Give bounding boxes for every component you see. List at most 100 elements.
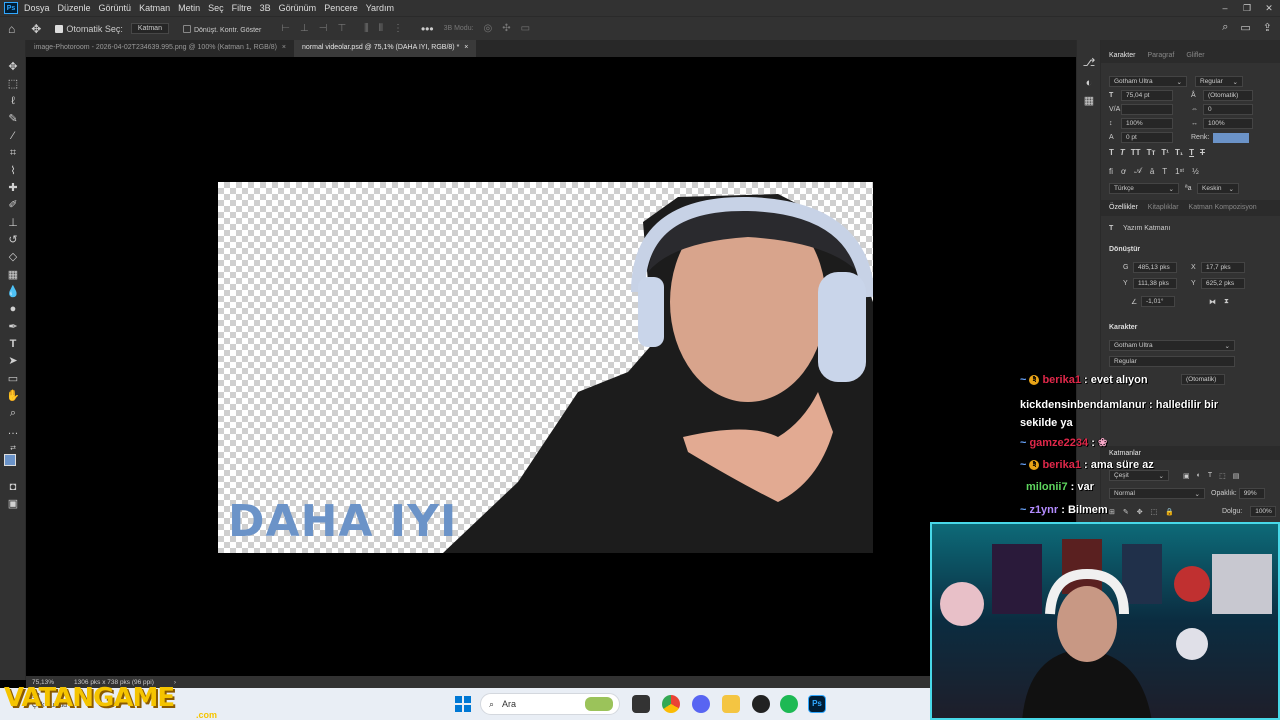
tab-karakter[interactable]: Karakter (1109, 52, 1135, 59)
menu-dosya[interactable]: Dosya (24, 3, 50, 13)
transform-section-title[interactable]: Dönüştür (1109, 246, 1140, 253)
x-field[interactable]: 17,7 pks (1201, 262, 1245, 273)
brush-select-icon[interactable]: ⁄ (6, 129, 20, 143)
task-view-icon[interactable] (632, 695, 650, 713)
type-tool-icon[interactable]: T (6, 337, 20, 351)
titling-icon[interactable]: T (1162, 167, 1167, 176)
pen-tool-icon[interactable]: ✒ (6, 320, 20, 334)
orbit-3d-icon[interactable]: ◎ (484, 23, 493, 34)
document-canvas[interactable]: DAHA IYI (218, 182, 873, 553)
superscript-icon[interactable]: T¹ (1161, 148, 1169, 157)
faux-bold-icon[interactable]: T (1109, 148, 1114, 157)
properties-font-style-dropdown[interactable]: Regular (1109, 356, 1235, 367)
chrome-icon[interactable] (662, 695, 680, 713)
tab-paragraf[interactable]: Paragraf (1147, 52, 1174, 59)
move-tool-icon[interactable]: ✥ (6, 60, 20, 74)
strikethrough-icon[interactable]: T (1200, 148, 1205, 157)
menu-goruntu[interactable]: Görüntü (99, 3, 132, 13)
font-style-dropdown[interactable]: Regular ⌄ (1195, 76, 1243, 87)
show-transform-controls-checkbox[interactable]: Dönüşt. Kontr. Göster (182, 24, 261, 34)
swash-icon[interactable]: 𝒜 (1134, 166, 1142, 176)
align-center-icon[interactable]: ⊥ (300, 23, 309, 34)
character-section-title[interactable]: Karakter (1109, 324, 1137, 331)
taskbar-search-input[interactable]: ⌕ Ara (480, 693, 620, 715)
underline-icon[interactable]: T (1189, 148, 1194, 157)
healing-tool-icon[interactable]: ✚ (6, 181, 20, 195)
antialias-dropdown[interactable]: Keskin ⌄ (1197, 183, 1239, 194)
tab-close-icon[interactable]: × (282, 44, 286, 51)
home-icon[interactable]: ⌂ (8, 22, 15, 36)
restore-icon[interactable]: ❐ (1236, 0, 1258, 16)
gradient-tool-icon[interactable]: ▦ (6, 268, 20, 282)
font-size-field[interactable]: 75,04 pt (1121, 90, 1173, 101)
height-field[interactable]: 111,38 pks (1133, 278, 1177, 289)
tab-katman-kompozisyon[interactable]: Katman Kompozisyon (1189, 204, 1257, 212)
blur-tool-icon[interactable]: 💧 (6, 285, 20, 299)
tab-photoroom-image[interactable]: image-Photoroom - 2026-04-02T234639.995.… (26, 40, 295, 57)
small-caps-icon[interactable]: Tт (1147, 148, 1156, 157)
foreground-color-swatch[interactable] (4, 454, 16, 466)
menu-sec[interactable]: Seç (208, 3, 224, 13)
old-style-icon[interactable]: ơ (1121, 167, 1126, 176)
faux-italic-icon[interactable]: T (1120, 148, 1125, 157)
more-options-icon[interactable]: ••• (421, 22, 434, 36)
font-family-dropdown[interactable]: Gotham Ultra ⌄ (1109, 76, 1187, 87)
marquee-tool-icon[interactable]: ⬚ (6, 77, 20, 91)
menu-pencere[interactable]: Pencere (324, 3, 358, 13)
quick-mask-icon[interactable]: ◘ (6, 480, 20, 494)
dodge-tool-icon[interactable]: ● (6, 302, 20, 316)
hand-tool-icon[interactable]: ✋ (6, 389, 20, 403)
align-right-icon[interactable]: ⊣ (319, 23, 328, 34)
baseline-shift-field[interactable]: 0 pt (1121, 132, 1173, 143)
more-tools-icon[interactable]: … (6, 424, 20, 438)
menu-gorunum[interactable]: Görünüm (279, 3, 317, 13)
alternates-icon[interactable]: ā (1150, 167, 1154, 176)
headline-text-layer[interactable]: DAHA IYI (228, 496, 457, 547)
eraser-tool-icon[interactable]: ◇ (6, 250, 20, 264)
fill-field[interactable]: 100% (1250, 506, 1277, 517)
history-brush-icon[interactable]: ↺ (6, 233, 20, 247)
lasso-tool-icon[interactable]: ℓ (6, 94, 20, 108)
share-icon[interactable]: ⇪ (1263, 21, 1272, 34)
subscript-icon[interactable]: T₁ (1175, 148, 1183, 157)
tab-glifler[interactable]: Glifler (1186, 52, 1204, 59)
chevron-right-icon[interactable]: › (174, 679, 176, 686)
obs-icon[interactable] (752, 695, 770, 713)
close-icon[interactable]: ✕ (1258, 0, 1280, 16)
minimize-icon[interactable]: – (1214, 0, 1236, 16)
search-icon[interactable]: ⌕ (1222, 21, 1228, 34)
path-select-tool-icon[interactable]: ➤ (6, 354, 20, 368)
flip-vertical-icon[interactable]: ⧗ (1224, 298, 1229, 306)
file-explorer-icon[interactable] (722, 695, 740, 713)
tab-normal-videolar[interactable]: normal videolar.psd @ 75,1% (DAHA IYI, R… (294, 40, 477, 57)
screen-mode-icon[interactable]: ▣ (6, 497, 20, 511)
eyedropper-tool-icon[interactable]: ⌇ (6, 164, 20, 178)
leading-field[interactable]: (Otomatik) (1203, 90, 1253, 101)
swatches-panel-icon[interactable]: ▦ (1082, 94, 1096, 108)
y-field[interactable]: 625,2 pks (1201, 278, 1245, 289)
rectangle-tool-icon[interactable]: ▭ (6, 372, 20, 386)
tab-kitapliklar[interactable]: Kitaplıklar (1148, 204, 1179, 212)
ordinals-icon[interactable]: 1ˢᵗ (1175, 167, 1184, 176)
align-top-icon[interactable]: ⊤ (337, 23, 346, 34)
properties-font-family-dropdown[interactable]: Gotham Ultra ⌄ (1109, 340, 1235, 351)
zoom-tool-icon[interactable]: ⌕ (6, 406, 20, 420)
fractions-icon[interactable]: ½ (1192, 167, 1199, 176)
menu-filtre[interactable]: Filtre (232, 3, 252, 13)
video-3d-icon[interactable]: ▭ (521, 23, 530, 34)
discord-icon[interactable] (692, 695, 710, 713)
auto-select-checkbox[interactable]: Otomatik Seç: (55, 24, 123, 34)
distribute-icon[interactable]: ⫼ (364, 23, 369, 34)
brush-tool-icon[interactable]: ✐ (6, 198, 20, 212)
menu-3b[interactable]: 3B (260, 3, 271, 13)
language-dropdown[interactable]: Türkçe ⌄ (1109, 183, 1179, 194)
distribute-v-icon[interactable]: ⫴ (379, 23, 383, 34)
all-caps-icon[interactable]: TT (1131, 148, 1141, 157)
spotify-icon[interactable] (780, 695, 798, 713)
menu-katman[interactable]: Katman (139, 3, 170, 13)
tab-close-icon[interactable]: × (464, 44, 468, 51)
tracking-field[interactable]: 0 (1203, 104, 1253, 115)
auto-select-target-dropdown[interactable]: Katman (130, 23, 169, 34)
angle-field[interactable]: -1,01° (1141, 296, 1175, 307)
workspace-icon[interactable]: ▭ (1240, 21, 1250, 34)
